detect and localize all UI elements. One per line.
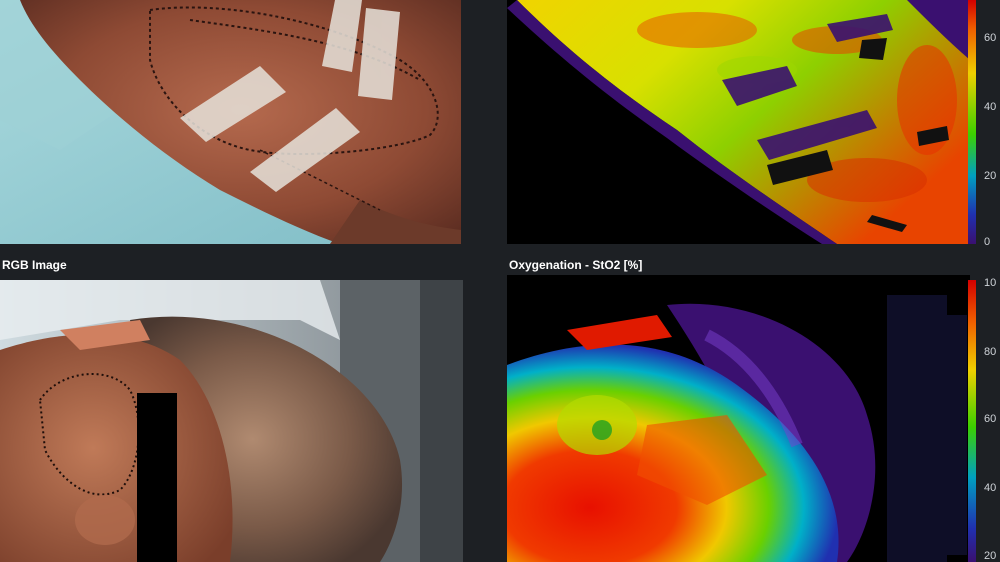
head-oxygenation-map xyxy=(507,275,970,562)
forearm-oxygenation-map xyxy=(507,0,970,244)
scale-tick-label-top-2: 20 xyxy=(984,170,997,182)
oxygenation-color-scale-bottom xyxy=(968,280,976,562)
scale-tick-label-top-1: 40 xyxy=(984,101,997,113)
rgb-image-panel-bottom xyxy=(0,280,463,562)
scale-tick-label-bottom-2: 60 xyxy=(984,413,997,425)
scale-tick-label-bottom-4: 20 xyxy=(984,550,997,562)
forearm-rgb-image xyxy=(0,0,461,244)
oxygenation-color-scale-top xyxy=(968,0,976,244)
scale-tick-label-bottom-0: 10 xyxy=(984,277,997,289)
head-rgb-image xyxy=(0,280,463,562)
rgb-image-panel-top xyxy=(0,0,461,244)
rgb-image-label: RGB Image xyxy=(2,258,67,272)
oxygenation-map-panel-top xyxy=(507,0,970,244)
scale-tick-label-top-0: 60 xyxy=(984,32,997,44)
privacy-bar xyxy=(137,393,177,562)
oxygenation-map-panel-bottom xyxy=(507,275,970,562)
scale-tick-label-bottom-3: 40 xyxy=(984,482,997,494)
scale-tick-label-top-3: 0 xyxy=(984,236,991,248)
scale-tick-label-bottom-1: 80 xyxy=(984,346,997,358)
oxygenation-label: Oxygenation - StO2 [%] xyxy=(509,258,643,272)
